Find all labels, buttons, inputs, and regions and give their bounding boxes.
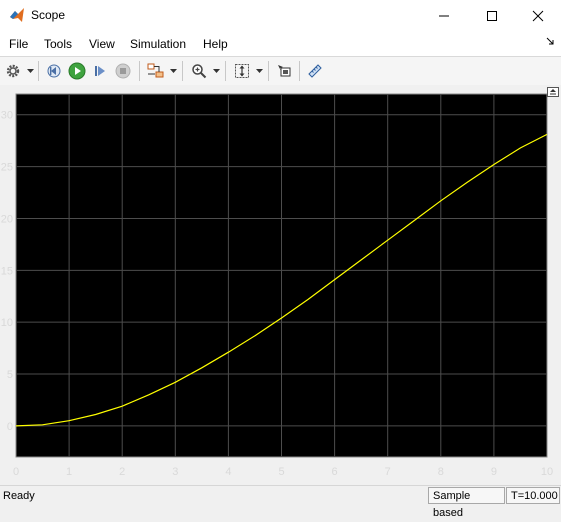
gear-icon	[6, 64, 20, 78]
dock-arrow-icon[interactable]	[545, 36, 555, 46]
measurements-button[interactable]	[305, 61, 325, 81]
y-tick-label: 0	[7, 421, 13, 433]
close-button[interactable]	[515, 0, 561, 31]
signal-select-icon	[147, 63, 164, 78]
menu-bar: File Tools View Simulation Help	[0, 31, 561, 56]
y-tick-label: 30	[1, 110, 13, 122]
fit-to-view-dropdown-icon[interactable]	[256, 68, 263, 74]
step-forward-button[interactable]	[90, 61, 110, 81]
sample-mode-indicator: Sample based	[428, 487, 505, 519]
signal-select-dropdown-icon[interactable]	[170, 68, 177, 74]
x-tick-label: 6	[332, 466, 338, 478]
stop-button[interactable]	[113, 61, 133, 81]
x-tick-label: 1	[66, 466, 72, 478]
y-tick-label: 10	[1, 317, 13, 329]
y-tick-label: 20	[1, 213, 13, 225]
highlight-block-icon	[278, 65, 291, 77]
menu-file[interactable]: File	[9, 37, 28, 51]
highlight-block-button[interactable]	[274, 61, 294, 81]
toolbar-separator	[139, 61, 140, 81]
step-back-button[interactable]	[44, 61, 64, 81]
toolbar-separator	[182, 61, 183, 81]
maximize-icon	[487, 10, 497, 21]
status-bar: Ready Sample based T=10.000	[0, 485, 561, 519]
menu-tools[interactable]: Tools	[44, 37, 72, 51]
y-tick-label: 5	[7, 369, 13, 381]
menu-view[interactable]: View	[89, 37, 115, 51]
x-tick-label: 7	[385, 466, 391, 478]
maximize-button[interactable]	[469, 0, 515, 31]
x-tick-label: 0	[13, 466, 19, 478]
toolbar	[0, 56, 561, 86]
signal-select-button[interactable]	[146, 61, 166, 81]
settings-button[interactable]	[3, 61, 23, 81]
measurements-icon	[308, 64, 322, 78]
x-tick-label: 9	[491, 466, 497, 478]
scope-chart[interactable]: 0 1 2 3 4 5 6 7 8 9 10 0 5 10 15 20 25 30	[0, 85, 561, 485]
settings-dropdown-icon[interactable]	[27, 68, 34, 74]
x-tick-label: 5	[278, 466, 284, 478]
run-button[interactable]	[67, 61, 87, 81]
x-tick-label: 2	[119, 466, 125, 478]
zoom-button[interactable]	[189, 61, 209, 81]
toolbar-separator	[299, 61, 300, 81]
step-back-icon	[47, 64, 61, 78]
fit-to-view-button[interactable]	[232, 61, 252, 81]
x-tick-label: 10	[541, 466, 553, 478]
x-tick-label: 3	[172, 466, 178, 478]
close-icon	[532, 10, 544, 21]
toolbar-separator	[38, 61, 39, 81]
minimize-button[interactable]	[421, 0, 467, 31]
y-tick-label: 15	[1, 265, 13, 277]
status-ready: Ready	[3, 490, 35, 502]
title-bar: Scope	[0, 0, 561, 31]
matlab-logo-icon	[10, 8, 24, 22]
window-title: Scope	[31, 8, 66, 22]
zoom-dropdown-icon[interactable]	[213, 68, 220, 74]
minimize-icon	[439, 15, 449, 16]
y-tick-label: 25	[1, 162, 13, 174]
toolbar-separator	[268, 61, 269, 81]
run-icon	[68, 62, 86, 80]
simulation-time-readout: T=10.000	[506, 487, 560, 504]
plot-area: 0 1 2 3 4 5 6 7 8 9 10 0 5 10 15 20 25 30	[0, 85, 561, 485]
fit-to-view-icon	[235, 64, 249, 78]
x-tick-label: 8	[438, 466, 444, 478]
menu-help[interactable]: Help	[203, 37, 228, 51]
x-tick-label: 4	[225, 466, 231, 478]
step-forward-icon	[95, 66, 105, 76]
zoom-in-icon	[192, 64, 207, 79]
menu-simulation[interactable]: Simulation	[130, 37, 186, 51]
stop-icon	[115, 63, 131, 79]
undock-icon[interactable]	[547, 87, 559, 97]
toolbar-separator	[225, 61, 226, 81]
